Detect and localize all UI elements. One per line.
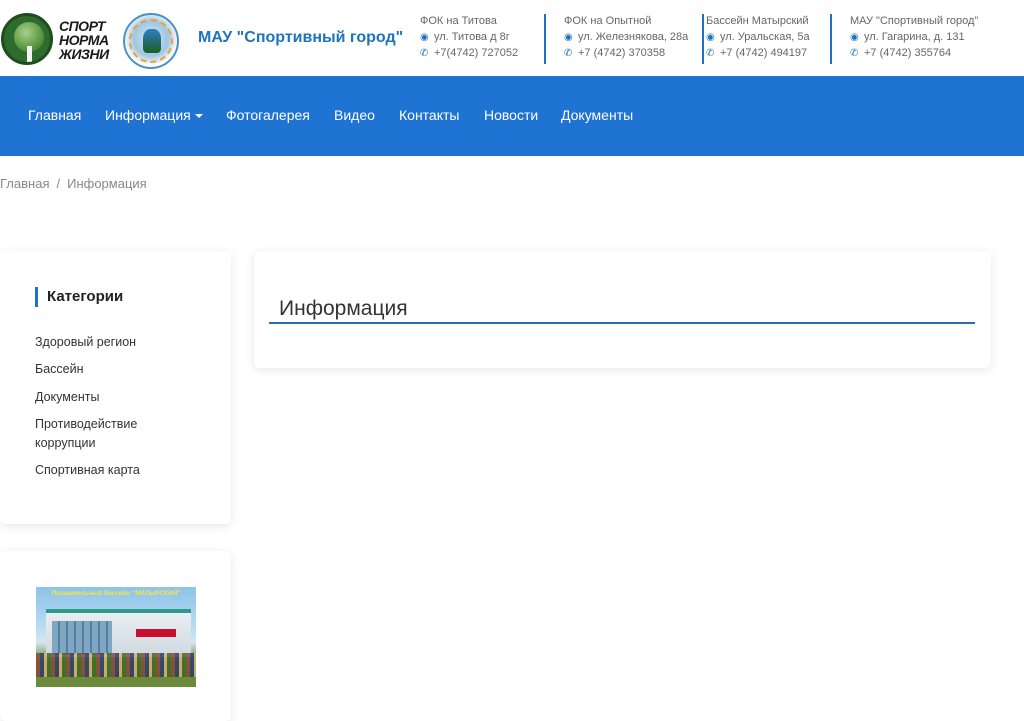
phone-icon: ✆ [850,48,859,59]
phone-icon: ✆ [420,48,429,59]
breadcrumb-current: Информация [67,176,147,191]
contact-block: Бассейн Матырский ◉ ул. Уральская, 5а ✆ +7… [702,14,830,64]
breadcrumb: Главная / Информация [0,176,147,191]
site-header: СПОРТ НОРМА ЖИЗНИ МАУ "Спортивный город"… [0,0,1024,76]
title-underline [269,322,975,324]
logo-wordmark: СПОРТ НОРМА ЖИЗНИ [59,19,109,61]
contact-phone[interactable]: +7 (4742) 370358 [578,47,665,59]
map-pin-icon: ◉ [564,32,573,43]
nav-item-info-label: Информация [105,107,191,123]
main-navbar: Главная Информация Фотогалерея Видео Кон… [0,76,1024,156]
pool-banner-card: Плавательный бассейн "МАТЫРСКИЙ" [0,551,231,721]
contact-name: ФОК на Титова [420,15,497,27]
nav-item-documents[interactable]: Документы [561,107,633,123]
sport-norma-logo[interactable]: СПОРТ НОРМА ЖИЗНИ [1,13,117,69]
phone-icon: ✆ [564,48,573,59]
phone-icon: ✆ [706,48,715,59]
category-link[interactable]: Противодействие коррупции [35,415,155,453]
caret-down-icon [194,114,203,119]
category-link[interactable]: Документы [35,388,195,407]
contact-phone[interactable]: +7 (4742) 355764 [864,47,951,59]
contact-address: ул. Уральская, 5а [720,31,810,43]
breadcrumb-home-link[interactable]: Главная [0,176,49,191]
map-pin-icon: ◉ [706,32,715,43]
contact-block: ФОК на Опытной ◉ ул. Железнякова, 28а ✆ +7… [544,14,702,64]
categories-title: Категории [35,287,123,307]
contact-block: ФОК на Титова ◉ ул. Титова д 8г ✆ +7(4742)… [402,14,544,64]
logo-word: СПОРТ [59,18,105,34]
logo-word: НОРМА [59,32,109,48]
nav-item-info[interactable]: Информация [105,107,203,123]
map-pin-icon: ◉ [850,32,859,43]
map-pin-icon: ◉ [420,32,429,43]
nav-item-home[interactable]: Главная [28,107,81,123]
category-link[interactable]: Бассейн [35,360,195,379]
contact-name: Бассейн Матырский [706,15,809,27]
breadcrumb-separator: / [56,176,61,191]
pool-banner-image[interactable]: Плавательный бассейн "МАТЫРСКИЙ" [36,587,196,687]
nav-item-video[interactable]: Видео [334,107,375,123]
nav-item-gallery[interactable]: Фотогалерея [226,107,310,123]
contact-address: ул. Титова д 8г [434,31,510,43]
contact-name: МАУ "Спортивный город" [850,15,979,27]
sport-city-emblem-icon[interactable] [123,13,179,69]
contact-phone[interactable]: +7(4742) 727052 [434,47,518,59]
contact-address: ул. Гагарина, д. 131 [864,31,965,43]
nav-item-contacts[interactable]: Контакты [399,107,459,123]
category-link[interactable]: Спортивная карта [35,461,195,480]
contact-name: ФОК на Опытной [564,15,652,27]
content-card: Информация [254,251,991,368]
logo-word: ЖИЗНИ [59,46,109,62]
org-title[interactable]: МАУ "Спортивный город" [198,29,403,47]
categories-card: Категории Здоровый регион Бассейн Докуме… [0,251,231,524]
nav-item-news[interactable]: Новости [484,107,538,123]
contact-block: МАУ "Спортивный город" ◉ ул. Гагарина, д.… [830,14,990,64]
contact-address: ул. Железнякова, 28а [578,31,689,43]
banner-caption: Плавательный бассейн "МАТЫРСКИЙ" [51,590,181,597]
tree-logo-icon [1,13,53,65]
category-link[interactable]: Здоровый регион [35,333,195,352]
page-title: Информация [279,297,408,320]
contact-phone[interactable]: +7 (4742) 494197 [720,47,807,59]
